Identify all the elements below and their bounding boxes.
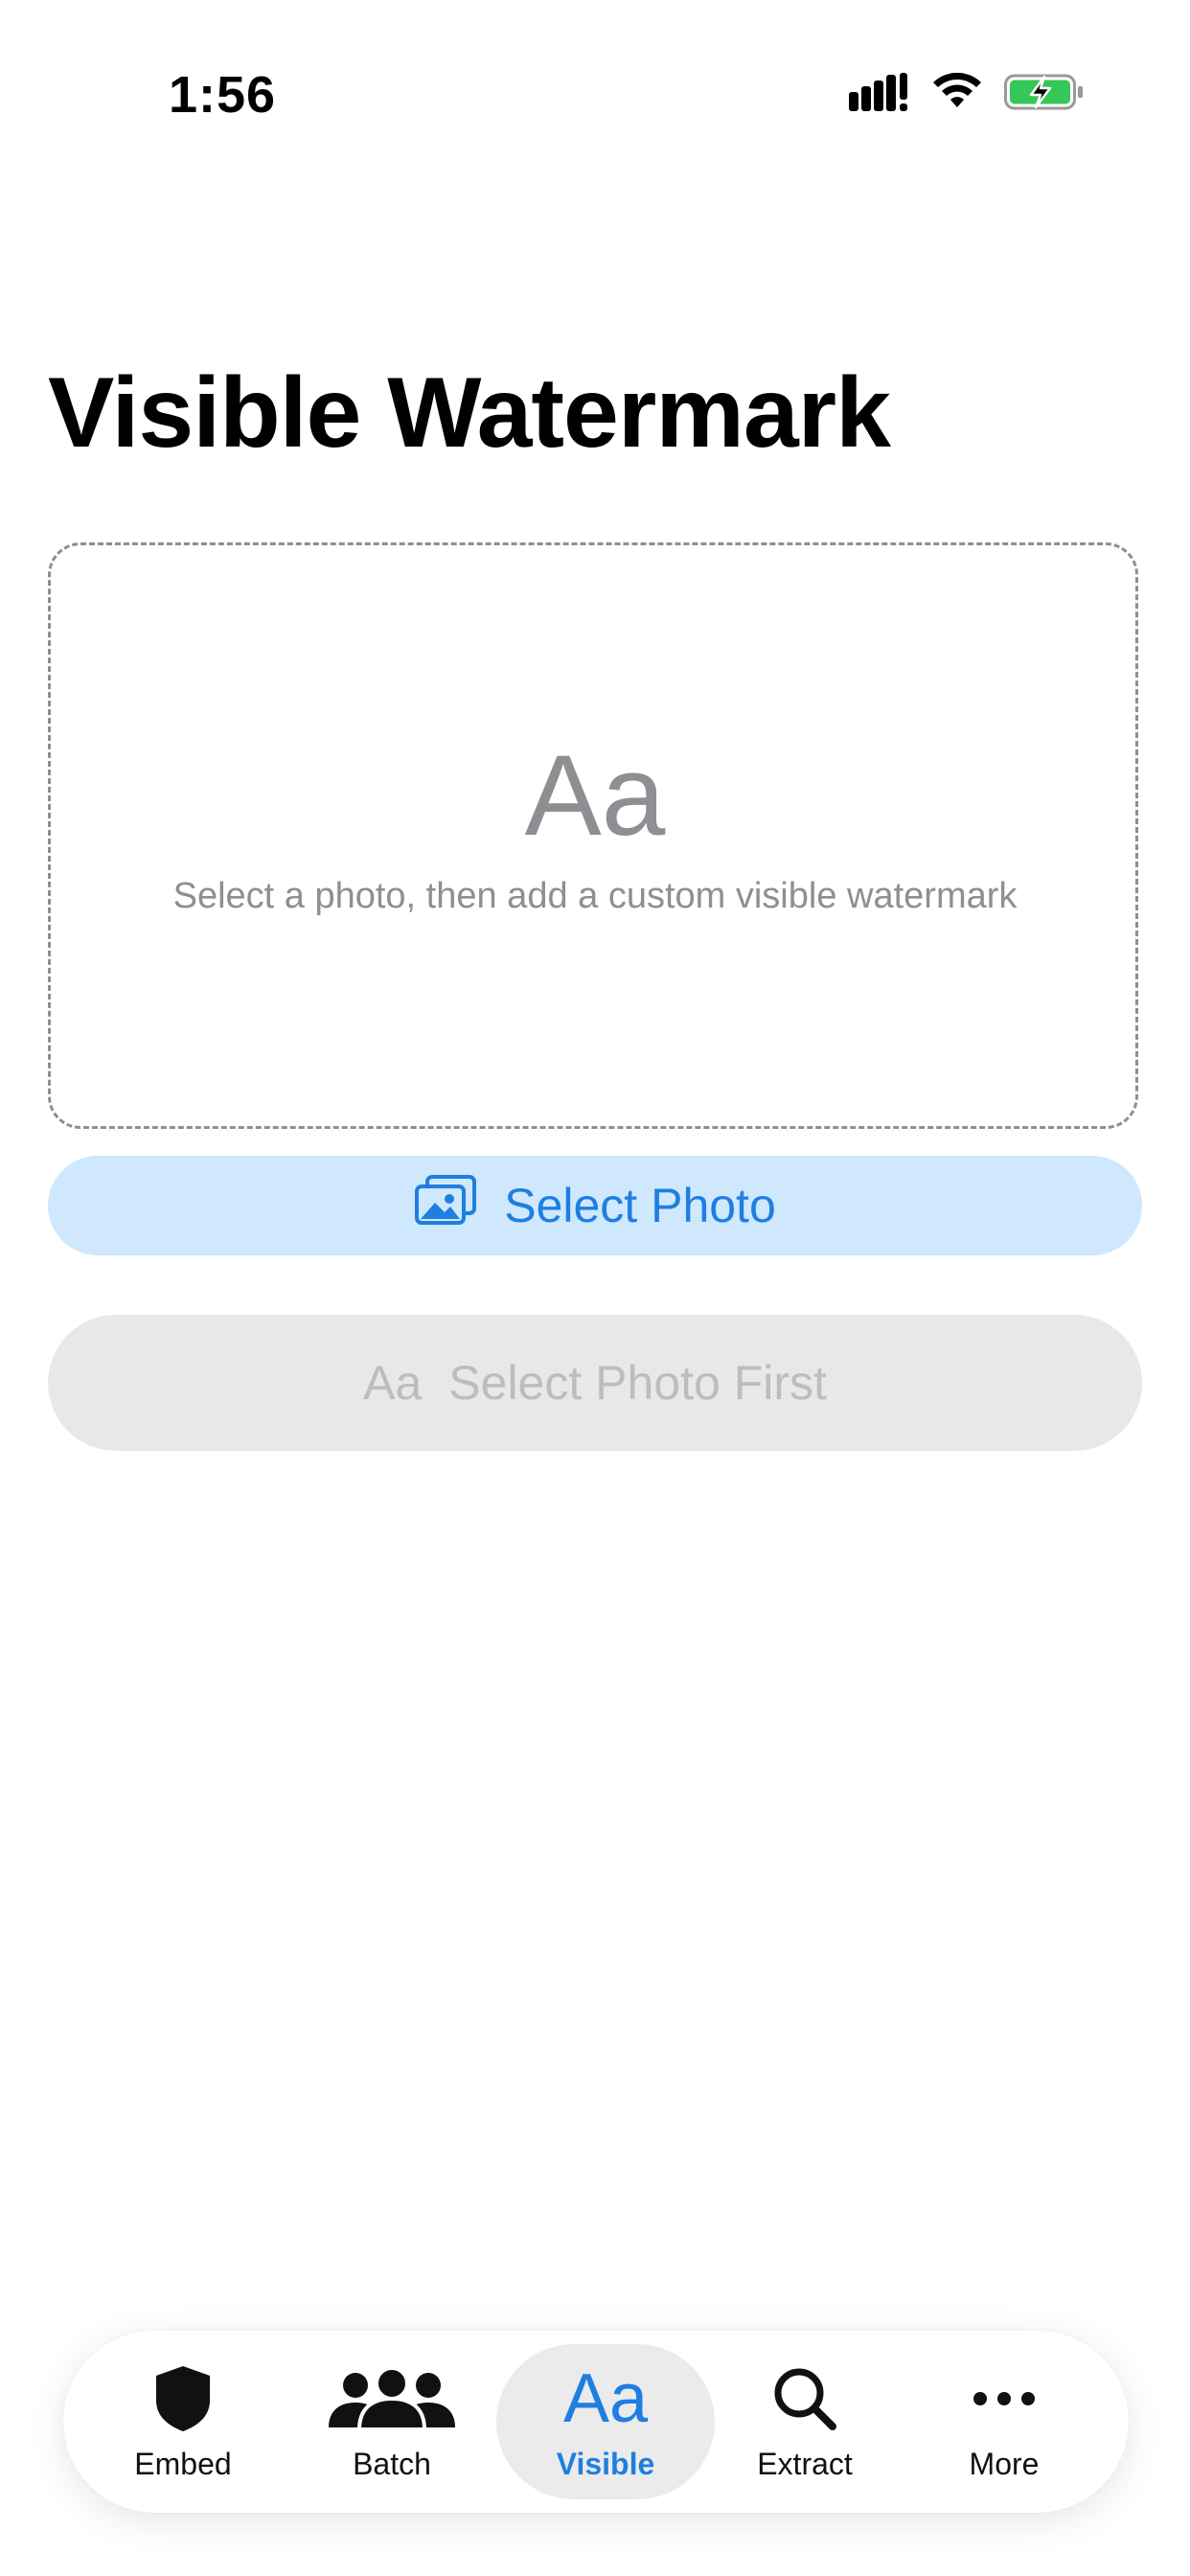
tab-embed[interactable]: Embed <box>121 2331 245 2513</box>
tab-label-extract: Extract <box>757 2446 853 2481</box>
magnifier-icon <box>771 2362 838 2435</box>
tab-label-embed: Embed <box>134 2446 232 2481</box>
status-icons <box>849 72 1085 116</box>
tab-label-more: More <box>969 2446 1040 2481</box>
text-format-icon: Aa <box>524 731 666 860</box>
select-photo-label: Select Photo <box>504 1179 776 1232</box>
status-time: 1:56 <box>169 66 277 124</box>
add-watermark-label: Select Photo First <box>448 1356 827 1410</box>
wifi-icon <box>931 72 983 116</box>
tab-visible[interactable]: Aa Visible <box>496 2331 715 2513</box>
text-format-icon: Aa <box>562 2359 649 2437</box>
text-format-icon: Aa <box>363 1356 423 1410</box>
photos-icon <box>414 1174 477 1237</box>
tab-more[interactable]: More <box>954 2331 1054 2513</box>
shield-icon <box>154 2362 212 2435</box>
ellipsis-icon <box>971 2362 1038 2435</box>
add-watermark-button-disabled[interactable]: Aa Select Photo First <box>48 1315 1142 1451</box>
select-photo-button[interactable]: Select Photo <box>48 1156 1142 1255</box>
signal-icon <box>849 73 910 116</box>
page-title: Visible Watermark <box>48 357 891 469</box>
tab-extract[interactable]: Extract <box>745 2331 864 2513</box>
tab-batch[interactable]: Batch <box>322 2331 462 2513</box>
battery-charging-icon <box>1004 73 1085 116</box>
drop-zone-hint: Select a photo, then add a custom visibl… <box>172 876 1018 916</box>
people-icon <box>327 2362 457 2435</box>
tab-label-batch: Batch <box>353 2446 431 2481</box>
tab-label-visible: Visible <box>556 2446 655 2481</box>
